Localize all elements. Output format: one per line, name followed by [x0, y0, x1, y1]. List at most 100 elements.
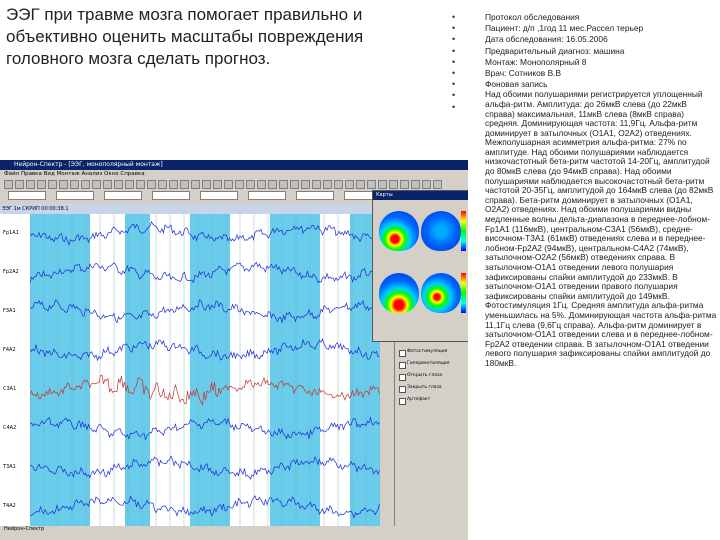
channel-label[interactable]: Fp2A2: [3, 269, 19, 275]
epoch-highlight: [190, 214, 230, 526]
bullet-column: • • • • • • • • •: [452, 12, 464, 113]
toolbar-button[interactable]: [334, 180, 343, 189]
toolbar-button[interactable]: [70, 180, 79, 189]
status-text: Нейрон-Спектр: [4, 526, 45, 532]
option-label: Фотостимуляция: [407, 349, 448, 354]
eeg-plot[interactable]: [29, 214, 381, 526]
toolbar-button[interactable]: [400, 180, 409, 189]
toolbar-button[interactable]: [290, 180, 299, 189]
toolbar-button[interactable]: [202, 180, 211, 189]
toolbar-button[interactable]: [433, 180, 442, 189]
option-checkbox[interactable]: [399, 362, 406, 369]
toolbar-button[interactable]: [257, 180, 266, 189]
toolbar-button[interactable]: [26, 180, 35, 189]
protocol-report: Протокол обследования Пациент: д/п ,1год …: [485, 12, 717, 369]
toolbar-button[interactable]: [147, 180, 156, 189]
option-label: Открыть глаза: [407, 373, 443, 378]
epoch-highlight: [125, 214, 150, 526]
bullet-marker: •: [452, 34, 456, 45]
toolbar-button[interactable]: [411, 180, 420, 189]
toolbar-button[interactable]: [103, 180, 112, 189]
maps-window-title: Карты: [373, 191, 468, 200]
toolbar-button[interactable]: [268, 180, 277, 189]
bullet-marker: •: [452, 45, 456, 56]
toolbar-button[interactable]: [191, 180, 200, 189]
report-line: Пациент: д/п ,1год 11 мес.Рассел терьер: [485, 23, 644, 34]
toolbar-button[interactable]: [81, 180, 90, 189]
toolbar-button[interactable]: [158, 180, 167, 189]
option-checkbox[interactable]: [399, 350, 406, 357]
toolbar-field[interactable]: [248, 191, 286, 200]
toolbar-button[interactable]: [136, 180, 145, 189]
option-label: Закрыть глаза: [407, 385, 442, 390]
toolbar-button[interactable]: [323, 180, 332, 189]
bullet-marker: •: [452, 12, 456, 22]
channel-label[interactable]: F3A1: [3, 308, 16, 314]
options-panel: Фотостимуляция Гипервентиляция Открыть гла…: [394, 342, 468, 526]
bullet-marker: •: [452, 67, 456, 78]
brain-maps-window[interactable]: Карты: [372, 190, 468, 342]
toolbar-button[interactable]: [15, 180, 24, 189]
toolbar-button[interactable]: [4, 180, 13, 189]
toolbar-button[interactable]: [235, 180, 244, 189]
report-line: Врач: Сотников В.В: [485, 67, 562, 78]
channel-label[interactable]: Fp1A1: [3, 230, 19, 236]
recording-header-text: ЭЭГ 1м СКРИП 00:00:38.1: [2, 206, 69, 212]
report-line: Дата обследования: 16.05.2006: [485, 34, 608, 45]
toolbar-field[interactable]: [296, 191, 334, 200]
toolbar-button[interactable]: [312, 180, 321, 189]
brain-map-3: [379, 273, 419, 313]
toolbar-button[interactable]: [356, 180, 365, 189]
window-title: Нейрон-Спектр - [ЭЭГ, монополярный монта…: [0, 160, 468, 170]
toolbar-button[interactable]: [246, 180, 255, 189]
channel-label[interactable]: T3A1: [3, 464, 16, 470]
toolbar-button[interactable]: [422, 180, 431, 189]
menu-bar[interactable]: Файл Правка Вид Монтаж Анализ Окно Справ…: [0, 170, 468, 178]
toolbar-button[interactable]: [279, 180, 288, 189]
bullet-marker: •: [452, 23, 456, 34]
option-label: Гипервентиляция: [407, 361, 450, 366]
toolbar-button[interactable]: [301, 180, 310, 189]
bullet-marker: •: [452, 56, 456, 67]
epoch-highlight: [270, 214, 320, 526]
toolbar-button[interactable]: [345, 180, 354, 189]
toolbar-button[interactable]: [367, 180, 376, 189]
channel-label[interactable]: T4A2: [3, 503, 16, 509]
option-checkbox[interactable]: [399, 398, 406, 405]
eeg-traces: [29, 214, 381, 526]
channel-list: Fp1A1 Fp2A2 F3A1 F4A2 C3A1 C4A2 T3A1 T4A2: [0, 214, 31, 526]
toolbar-button[interactable]: [378, 180, 387, 189]
toolbar-button[interactable]: [389, 180, 398, 189]
report-line: Монтаж: Монополярный 8: [485, 56, 587, 67]
eeg-software-window: Нейрон-Спектр - [ЭЭГ, монополярный монта…: [0, 160, 468, 540]
bullet-marker: •: [452, 79, 456, 90]
report-paragraph: Над обоими полушариями регистрируется уп…: [485, 89, 717, 368]
brain-map-2: [421, 211, 461, 251]
toolbar-field[interactable]: [152, 191, 190, 200]
toolbar-button[interactable]: [224, 180, 233, 189]
toolbar-button[interactable]: [213, 180, 222, 189]
toolbar-field[interactable]: [200, 191, 238, 200]
toolbar-button[interactable]: [37, 180, 46, 189]
option-checkbox[interactable]: [399, 386, 406, 393]
channel-label[interactable]: F4A2: [3, 347, 16, 353]
report-line: Протокол обследования: [485, 12, 580, 22]
toolbar-button[interactable]: [92, 180, 101, 189]
brain-map-1: [379, 211, 419, 251]
toolbar-field[interactable]: [8, 191, 46, 200]
status-bar: Нейрон-Спектр: [0, 526, 468, 540]
channel-label[interactable]: C3A1: [3, 386, 16, 392]
toolbar-button[interactable]: [180, 180, 189, 189]
toolbar-button[interactable]: [114, 180, 123, 189]
toolbar-field[interactable]: [56, 191, 94, 200]
toolbar-button[interactable]: [125, 180, 134, 189]
toolbar-button[interactable]: [169, 180, 178, 189]
channel-label[interactable]: C4A2: [3, 425, 16, 431]
option-label: Артефакт: [407, 397, 431, 402]
toolbar-field[interactable]: [104, 191, 142, 200]
bullet-marker: •: [452, 101, 456, 112]
toolbar-button[interactable]: [59, 180, 68, 189]
option-checkbox[interactable]: [399, 374, 406, 381]
toolbar-button[interactable]: [48, 180, 57, 189]
bullet-marker: •: [452, 90, 456, 101]
